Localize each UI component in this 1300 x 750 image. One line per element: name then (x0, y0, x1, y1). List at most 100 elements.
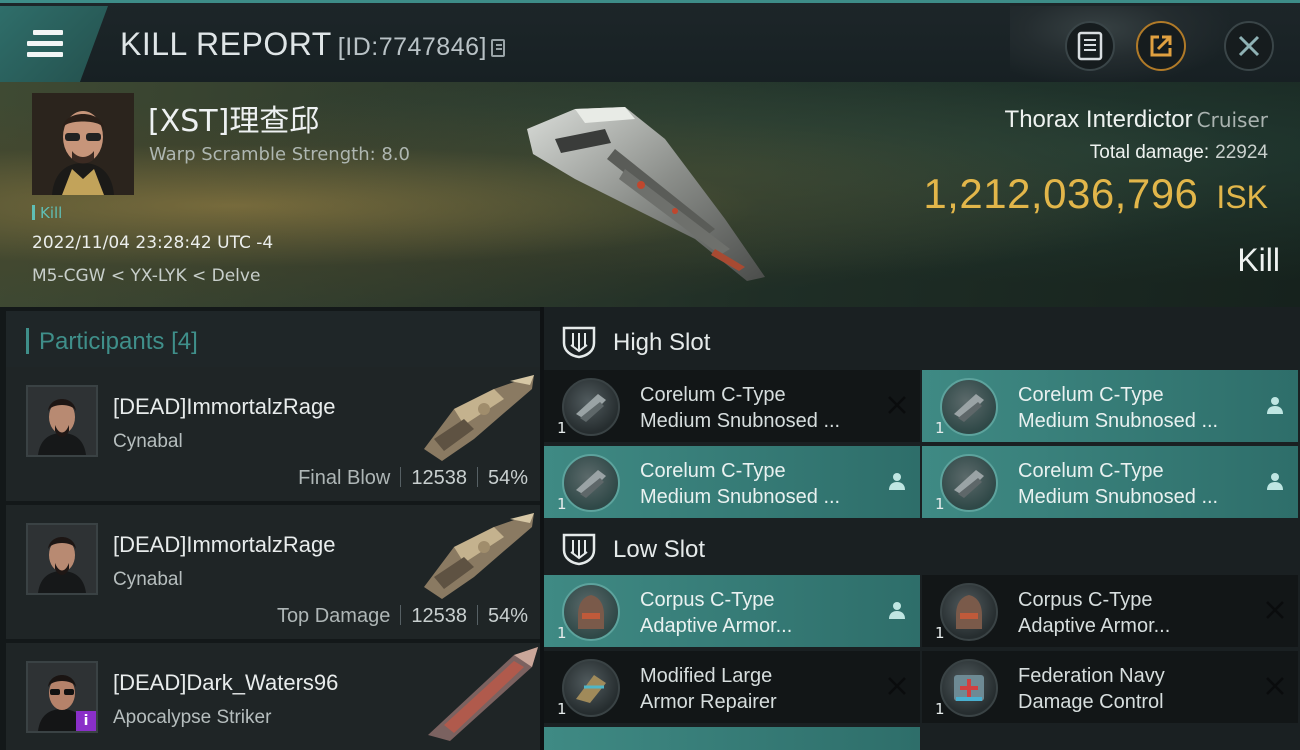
module-name-line2: Medium Snubnosed ... (1018, 486, 1219, 508)
module-item[interactable]: 1 Corelum C-Type Medium Snubnosed ... (922, 370, 1298, 442)
total-damage-label: Total damage: (1089, 142, 1210, 163)
module-name-line1: Corpus C-Type (640, 589, 775, 611)
clipboard-icon (1077, 31, 1103, 61)
share-icon (1150, 35, 1172, 57)
destroyed-icon (888, 677, 906, 695)
armor-repairer-icon (562, 659, 620, 717)
participant-row[interactable]: [DEAD]ImmortalzRage Cynabal Final Blow 12… (6, 367, 540, 501)
module-item[interactable]: 1 Corelum C-Type Medium Snubnosed ... (922, 446, 1298, 518)
module-name-line2: Armor Repairer (640, 691, 777, 713)
total-damage-value: 22924 (1215, 142, 1268, 163)
armor-hardener-icon (562, 583, 620, 641)
low-slot-icon (562, 533, 596, 566)
participants-title: Participants [4] (26, 328, 198, 356)
close-icon (1238, 35, 1260, 57)
snubnosed-launcher-icon (940, 378, 998, 436)
module-item-partial[interactable] (544, 727, 920, 750)
participant-label: Top Damage (276, 605, 391, 627)
module-qty: 1 (557, 419, 567, 437)
module-item[interactable]: 1 Corpus C-Type Adaptive Armor... (922, 575, 1298, 647)
module-item[interactable]: 1 Corelum C-Type Medium Snubnosed ... (544, 370, 920, 442)
kill-location[interactable]: M5-CGW < YX-LYK < Delve (32, 266, 260, 286)
participant-row[interactable]: i [DEAD]Dark_Waters96 Apocalypse Striker (6, 643, 540, 750)
module-qty: 1 (935, 700, 945, 718)
module-name-line1: Federation Navy (1018, 665, 1165, 687)
pilot-avatar (32, 93, 134, 195)
participant-ship: Apocalypse Striker (113, 707, 272, 728)
participant-stats: Top Damage 12538 54% (277, 605, 528, 628)
copy-id-icon[interactable] (490, 39, 505, 57)
participants-title-text: Participants (39, 328, 165, 355)
module-name-line2: Adaptive Armor... (640, 615, 793, 637)
divider (476, 605, 478, 625)
high-slot-title: High Slot (613, 329, 711, 356)
divider (400, 605, 402, 625)
clipboard-button[interactable] (1065, 21, 1115, 71)
ship-class: Cruiser (1196, 108, 1268, 132)
participants-count: [4] (171, 328, 198, 355)
participant-avatar (26, 385, 98, 457)
page-title: KILL REPORT [ID:7747846] (120, 26, 505, 63)
share-button[interactable] (1136, 21, 1186, 71)
module-name-line2: Adaptive Armor... (1018, 615, 1171, 637)
snubnosed-launcher-icon (562, 454, 620, 512)
victim-name[interactable]: [XST]理查邱 (148, 96, 319, 140)
low-slot-title: Low Slot (613, 536, 706, 563)
menu-button[interactable] (0, 6, 108, 82)
high-slot-header: High Slot (544, 311, 1300, 371)
faction-badge-icon: i (76, 711, 96, 731)
isk-loss: 1,212,036,796 ISK (923, 170, 1268, 218)
module-item[interactable]: 1 Modified Large Armor Repairer (544, 651, 920, 723)
module-qty: 1 (557, 700, 567, 718)
participant-row[interactable]: [DEAD]ImmortalzRage Cynabal Top Damage 12… (6, 505, 540, 639)
participant-percent: 54% (487, 467, 528, 489)
module-item[interactable]: 1 Corpus C-Type Adaptive Armor... (544, 575, 920, 647)
fitting-panel: High Slot 1 Corelum C-Type Medium Snubno… (544, 307, 1300, 750)
participant-label: Final Blow (298, 467, 391, 489)
avatar-image (28, 387, 96, 455)
divider (400, 467, 402, 487)
module-qty: 1 (557, 495, 567, 513)
victim-portrait[interactable] (32, 93, 134, 195)
module-qty: 1 (935, 495, 945, 513)
module-name-line2: Damage Control (1018, 691, 1164, 713)
destroyed-icon (888, 396, 906, 414)
participant-damage: 12538 (411, 467, 467, 489)
avatar-image (28, 525, 96, 593)
destroyed-icon (1266, 601, 1284, 619)
damage-control-icon (940, 659, 998, 717)
participant-name[interactable]: [DEAD]ImmortalzRage (113, 532, 336, 558)
participant-ship: Cynabal (113, 569, 183, 590)
kill-result: Kill (1237, 242, 1280, 278)
participant-avatar (26, 523, 98, 595)
module-item[interactable]: 1 Federation Navy Damage Control (922, 651, 1298, 723)
victim-ship-image[interactable] (515, 99, 770, 284)
participants-panel: Participants [4] [DEAD]ImmortalzRage Cyn… (0, 307, 540, 750)
module-name-line1: Corelum C-Type (1018, 384, 1164, 406)
participant-avatar: i (26, 661, 98, 733)
participant-name[interactable]: [DEAD]Dark_Waters96 (113, 670, 338, 696)
module-name-line1: Modified Large (640, 665, 773, 687)
isk-unit: ISK (1216, 179, 1268, 215)
participants-header: Participants [4] (6, 311, 540, 371)
top-bar: KILL REPORT [ID:7747846] (0, 0, 1300, 82)
kill-tag: Kill (32, 204, 62, 222)
module-name-line1: Corelum C-Type (640, 384, 786, 406)
divider (476, 467, 478, 487)
dropped-person-icon (889, 473, 905, 490)
report-id: [ID:7747846] (337, 33, 487, 61)
ship-summary: Thorax Interdictor Cruiser Total damage: 2… (923, 106, 1268, 218)
station-decoration (1010, 6, 1230, 82)
ship-name[interactable]: Thorax Interdictor (1005, 106, 1193, 133)
module-name-line1: Corelum C-Type (640, 460, 786, 482)
dropped-person-icon (1267, 473, 1283, 490)
hamburger-icon (27, 30, 63, 58)
participant-name[interactable]: [DEAD]ImmortalzRage (113, 394, 336, 420)
module-item[interactable]: 1 Corelum C-Type Medium Snubnosed ... (544, 446, 920, 518)
close-button[interactable] (1224, 21, 1274, 71)
module-qty: 1 (935, 624, 945, 642)
module-name-line1: Corpus C-Type (1018, 589, 1153, 611)
kill-summary: [XST]理查邱 Warp Scramble Strength: 8.0 Kil… (0, 82, 1300, 307)
module-qty: 1 (935, 419, 945, 437)
participant-stats: Final Blow 12538 54% (298, 467, 528, 490)
